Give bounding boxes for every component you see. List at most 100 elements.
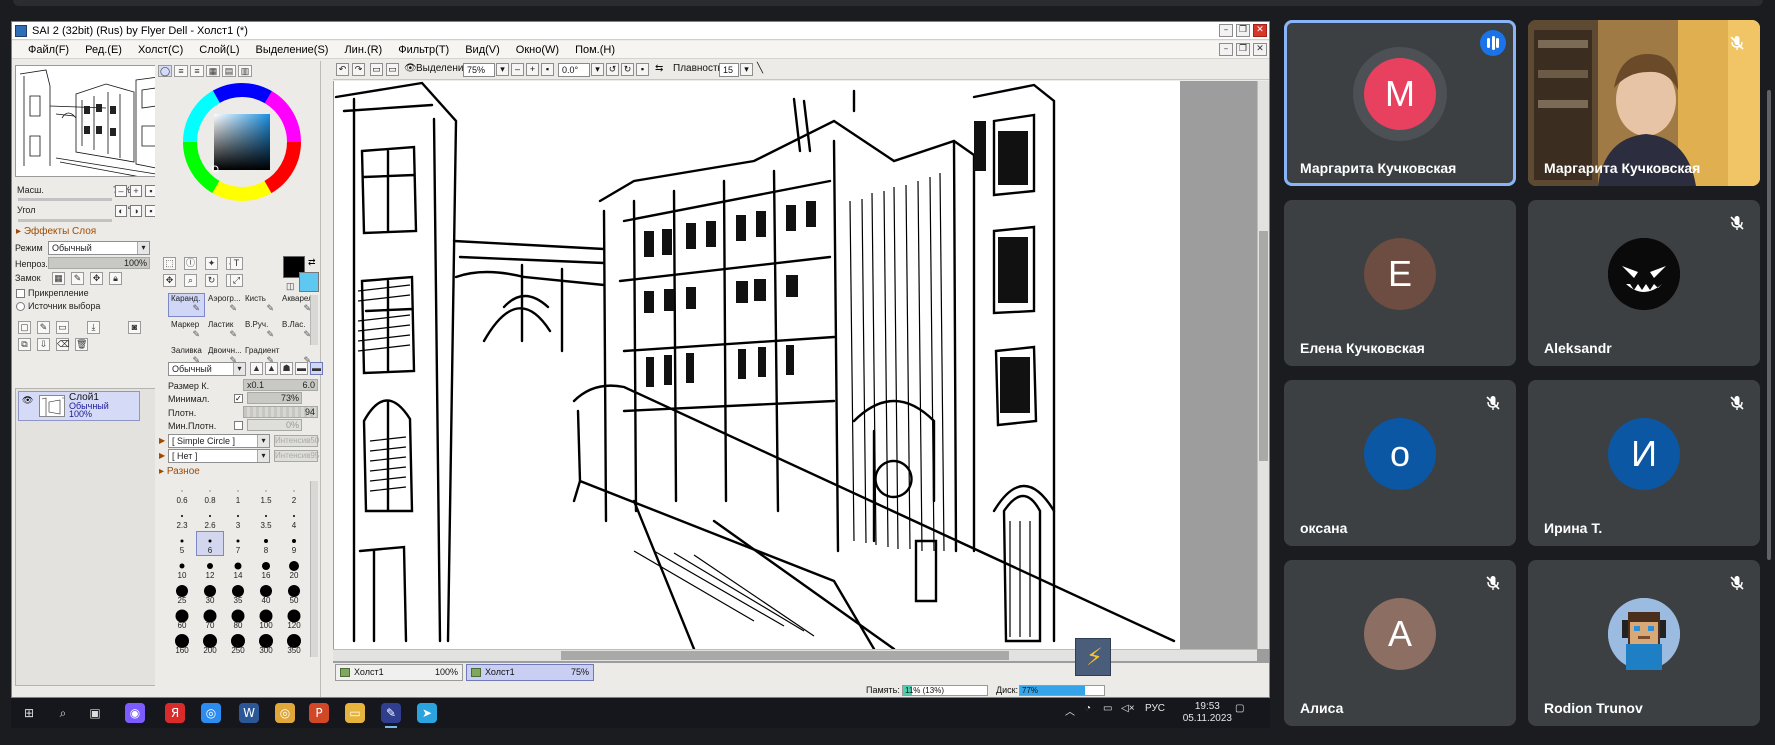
brush-size-preset[interactable]: 3.5	[252, 506, 280, 531]
brush-size-preset[interactable]: 14	[224, 556, 252, 581]
menu-item[interactable]: Холст(C)	[130, 41, 191, 58]
mask-icon[interactable]: ◙	[128, 321, 141, 334]
selection-visibility-icon[interactable]: 👁︎	[404, 63, 417, 74]
mixer-tab-icon[interactable]: ▥	[238, 65, 252, 77]
chrome-icon[interactable]: ◎	[201, 703, 221, 723]
texture-expand-icon[interactable]: ▶	[159, 451, 165, 460]
yandex-icon[interactable]: Я	[165, 703, 185, 723]
layer-item[interactable]: 👁︎ Слой1 Обычный 100%	[18, 391, 140, 421]
smooth-dropdown[interactable]: ▾	[740, 63, 753, 76]
maximize-button[interactable]: ❐	[1236, 24, 1250, 37]
doc-close-button[interactable]: ✕	[1253, 43, 1267, 56]
brush-size-preset[interactable]: 60	[168, 606, 196, 631]
brush-tool-slot[interactable]: Ластик ✎	[205, 319, 242, 343]
battery-icon[interactable]: ▭	[1103, 703, 1112, 714]
brush-size-preset[interactable]: 1.5	[252, 481, 280, 506]
new-layer-icon[interactable]: ▢	[18, 321, 31, 334]
brush-size-preset[interactable]: 120	[280, 606, 308, 631]
brush-tool-slot[interactable]: Маркер ✎	[168, 319, 205, 343]
rect-select-icon[interactable]: ⬚	[163, 257, 176, 270]
tip-flat-icon[interactable]: ▬	[295, 362, 308, 375]
smooth-select[interactable]: 15	[719, 63, 739, 77]
canvas-drawing[interactable]	[334, 81, 1180, 649]
menu-item[interactable]: Вид(V)	[457, 41, 508, 58]
participant-tile[interactable]: И Ирина Т.	[1528, 380, 1760, 546]
alice-icon[interactable]: ◉	[125, 703, 145, 723]
brush-size-preset[interactable]: 5	[168, 531, 196, 556]
scratchpad-tab-icon[interactable]: ▤	[222, 65, 236, 77]
blend-mode-select[interactable]: Обычный	[48, 241, 150, 255]
lock-all-icon[interactable]: 🔒︎	[109, 272, 122, 285]
telegram-icon[interactable]: ➤	[417, 703, 437, 723]
brush-size-preset[interactable]: 200	[196, 631, 224, 656]
menu-item[interactable]: Слой(L)	[191, 41, 247, 58]
shape-expand-icon[interactable]: ▶	[159, 436, 165, 445]
rgb-slider-tab-icon[interactable]: ≡	[174, 65, 188, 77]
toolbar-zoom-out[interactable]: –	[511, 63, 524, 76]
min-size-checkbox[interactable]: ✓	[234, 394, 243, 403]
menu-item[interactable]: Выделение(S)	[248, 41, 337, 58]
brush-size-preset[interactable]: 20	[280, 556, 308, 581]
brush-size-preset[interactable]: 4	[280, 506, 308, 531]
navigator-preview[interactable]	[15, 65, 169, 177]
brush-size-preset[interactable]: 10	[168, 556, 196, 581]
density-slider[interactable]: 94	[243, 406, 318, 418]
magic-wand-icon[interactable]: ✦	[205, 257, 218, 270]
misc-header[interactable]: Разное	[159, 466, 200, 477]
participant-tile[interactable]: о оксана	[1284, 380, 1516, 546]
move-icon[interactable]: ✥	[163, 274, 176, 287]
brush-size-preset[interactable]: 25	[168, 581, 196, 606]
zoom-minus-button[interactable]: –	[115, 185, 127, 197]
clock[interactable]: 19:53 05.11.2023	[1183, 701, 1232, 725]
color-wheel[interactable]	[181, 81, 303, 203]
brush-size-preset[interactable]: 2.3	[168, 506, 196, 531]
brush-size-preset[interactable]: 70	[196, 606, 224, 631]
lock-transparency-icon[interactable]: ▦	[52, 272, 65, 285]
brush-size-preset[interactable]: 1	[224, 481, 252, 506]
menu-item[interactable]: Ред.(E)	[77, 41, 130, 58]
brush-tool-slot[interactable]: Каранд. ✎	[168, 293, 205, 317]
min-density-checkbox[interactable]	[234, 421, 243, 430]
participant-tile[interactable]: Aleksandr	[1528, 200, 1760, 366]
delete-layer-icon[interactable]: 🗑︎	[75, 338, 88, 351]
toolbar-zoom-in[interactable]: +	[526, 63, 539, 76]
tray-chevron-icon[interactable]: ︿	[1065, 703, 1075, 718]
brush-size-preset[interactable]: 0.6	[168, 481, 196, 506]
undo-button[interactable]: ↶	[336, 63, 349, 76]
brush-size-preset[interactable]: 7	[224, 531, 252, 556]
menu-item[interactable]: Фильтр(T)	[390, 41, 457, 58]
line-tool-icon[interactable]: ╲	[757, 63, 763, 74]
toolbar-zoom-dropdown[interactable]: ▾	[496, 63, 509, 76]
layer-down-icon[interactable]: ⇩	[37, 338, 50, 351]
brush-size-slider[interactable]: x0.1 6.0	[243, 379, 318, 391]
tip-sharp-icon[interactable]: ▲	[250, 362, 263, 375]
participant-tile[interactable]: А Алиса	[1284, 560, 1516, 726]
brush-size-preset[interactable]: 250	[224, 631, 252, 656]
secondary-color-swatch[interactable]	[299, 272, 319, 292]
explorer-icon[interactable]: ▭	[345, 703, 365, 723]
toolbar-angle-select[interactable]: 0.0°	[558, 63, 590, 77]
swatch-tab-icon[interactable]: ▦	[206, 65, 220, 77]
meeting-scrollbar[interactable]	[1767, 90, 1771, 560]
rotate-right-button[interactable]: ◑	[130, 205, 142, 217]
brush-size-preset[interactable]: 350	[280, 631, 308, 656]
tip-medium-icon[interactable]: ▲	[265, 362, 278, 375]
eye-icon[interactable]: 👁︎	[22, 395, 33, 406]
document-tab[interactable]: Холст1 75%	[466, 664, 594, 681]
lightning-app-icon[interactable]: ⚡︎	[1075, 638, 1111, 676]
new-pen-layer-icon[interactable]: ✎	[37, 321, 50, 334]
copy-layer-icon[interactable]: ⧉	[18, 338, 31, 351]
min-density-slider[interactable]: 0%	[247, 419, 302, 431]
hsv-slider-tab-icon[interactable]: ≡	[190, 65, 204, 77]
tip-selected-icon[interactable]: ▬	[310, 362, 323, 375]
brush-size-preset[interactable]: 6	[196, 531, 224, 556]
zoom-icon[interactable]: ⌕	[184, 274, 197, 287]
zoom-slider[interactable]	[18, 198, 112, 201]
brush-size-preset[interactable]: 9	[280, 531, 308, 556]
canvas-vertical-scrollbar[interactable]	[1257, 81, 1269, 649]
doc-minimize-button[interactable]: –	[1219, 43, 1233, 56]
deselect-button[interactable]: ▭	[370, 63, 383, 76]
sai-icon[interactable]: ✎	[381, 703, 401, 728]
rotate-icon[interactable]: ↻	[205, 274, 218, 287]
opacity-slider[interactable]: 100%	[48, 257, 150, 269]
